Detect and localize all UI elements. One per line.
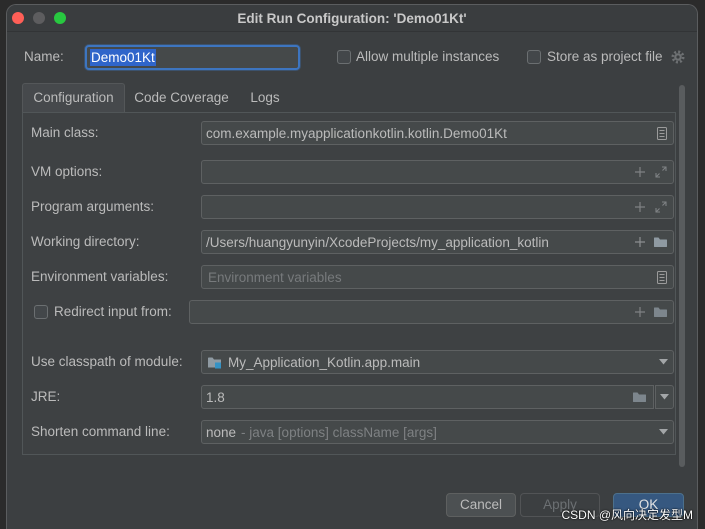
shorten-command-line-label: Shorten command line:	[31, 424, 170, 439]
dialog-title: Edit Run Configuration: 'Demo01Kt'	[237, 11, 467, 26]
tab-configuration[interactable]: Configuration	[22, 83, 125, 112]
watermark: CSDN @风向决定发型M	[561, 508, 693, 522]
main-class-label: Main class:	[31, 125, 99, 140]
plus-icon[interactable]	[634, 201, 646, 213]
tab-logs[interactable]: Logs	[238, 83, 292, 112]
configuration-panel: Main class: com.example.myapplicationkot…	[22, 112, 676, 455]
document-icon[interactable]	[656, 127, 668, 140]
main-class-value: com.example.myapplicationkotlin.kotlin.D…	[206, 125, 507, 141]
working-directory-field[interactable]: /Users/huangyunyin/XcodeProjects/my_appl…	[201, 230, 674, 254]
vm-options-label: VM options:	[31, 164, 103, 179]
chevron-down-icon	[660, 394, 669, 400]
allow-multiple-instances-checkbox[interactable]	[337, 50, 351, 64]
name-label: Name:	[24, 49, 64, 64]
plus-icon[interactable]	[634, 236, 646, 248]
chevron-down-icon[interactable]	[659, 359, 668, 365]
working-directory-label: Working directory:	[31, 234, 140, 249]
shorten-command-line-hint: - java [options] className [args]	[241, 424, 437, 440]
classpath-module-label: Use classpath of module:	[31, 354, 183, 369]
redirect-input-field[interactable]	[189, 300, 674, 324]
tab-bar: Configuration Code Coverage Logs	[22, 83, 302, 112]
title-bar: Edit Run Configuration: 'Demo01Kt'	[7, 5, 697, 32]
tab-code-coverage[interactable]: Code Coverage	[125, 83, 238, 112]
jre-dropdown-button[interactable]	[655, 385, 674, 409]
expand-icon[interactable]	[655, 201, 667, 213]
folder-icon[interactable]	[653, 306, 668, 318]
main-class-field[interactable]: com.example.myapplicationkotlin.kotlin.D…	[201, 121, 674, 145]
module-icon	[207, 356, 222, 369]
shorten-command-line-dropdown[interactable]: none - java [options] className [args]	[201, 420, 674, 444]
environment-variables-label: Environment variables:	[31, 269, 169, 284]
vertical-scrollbar[interactable]	[679, 85, 685, 467]
gear-icon[interactable]	[671, 50, 685, 64]
shorten-command-line-value: none	[206, 424, 237, 440]
name-input[interactable]: Demo01Kt	[85, 45, 300, 70]
classpath-module-value: My_Application_Kotlin.app.main	[228, 354, 421, 370]
jre-value: 1.8	[206, 389, 225, 405]
chevron-down-icon[interactable]	[659, 429, 668, 435]
redirect-input-label[interactable]: Redirect input from:	[54, 304, 172, 320]
environment-variables-placeholder: Environment variables	[208, 269, 342, 285]
program-arguments-label: Program arguments:	[31, 199, 155, 214]
document-icon[interactable]	[656, 271, 668, 284]
environment-variables-field[interactable]: Environment variables	[201, 265, 674, 289]
expand-icon[interactable]	[655, 166, 667, 178]
folder-icon[interactable]	[632, 391, 647, 403]
working-directory-value: /Users/huangyunyin/XcodeProjects/my_appl…	[206, 234, 549, 250]
classpath-module-dropdown[interactable]: My_Application_Kotlin.app.main	[201, 350, 674, 374]
vm-options-field[interactable]	[201, 160, 674, 184]
store-as-project-file-label[interactable]: Store as project file	[547, 49, 663, 65]
jre-label: JRE:	[31, 389, 61, 404]
run-configuration-dialog: Edit Run Configuration: 'Demo01Kt' Name:…	[6, 4, 698, 529]
jre-field[interactable]: 1.8	[201, 385, 654, 409]
plus-icon[interactable]	[634, 166, 646, 178]
cancel-button[interactable]: Cancel	[446, 493, 516, 517]
plus-icon[interactable]	[634, 306, 646, 318]
allow-multiple-instances-label[interactable]: Allow multiple instances	[356, 49, 499, 65]
folder-icon[interactable]	[653, 236, 668, 248]
program-arguments-field[interactable]	[201, 195, 674, 219]
store-as-project-file-checkbox[interactable]	[527, 50, 541, 64]
redirect-input-checkbox[interactable]	[34, 305, 48, 319]
name-value: Demo01Kt	[90, 49, 156, 66]
